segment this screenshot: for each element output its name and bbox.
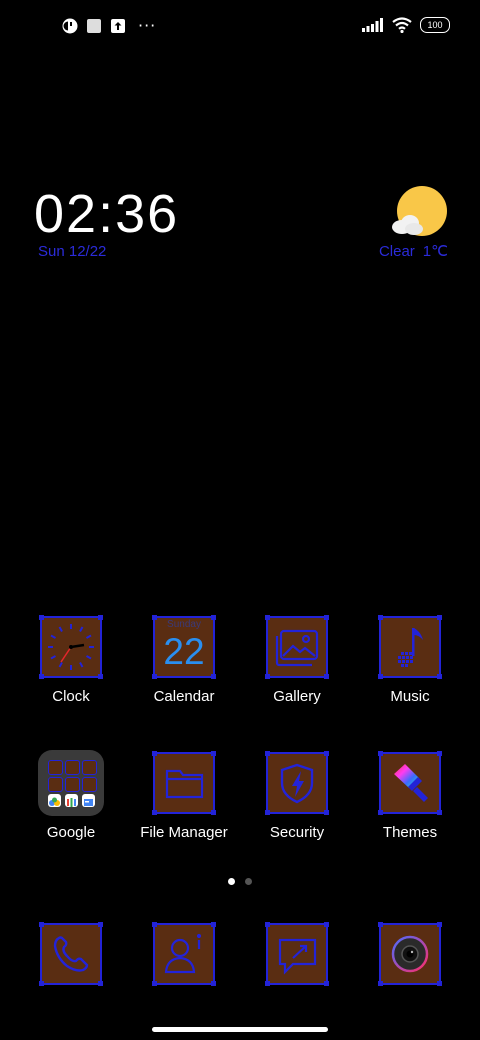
- app-label: Security: [269, 824, 325, 841]
- maps-app-icon: [82, 760, 97, 775]
- app-music[interactable]: Music: [354, 615, 466, 705]
- google-app-icon: [48, 760, 63, 775]
- app-label: Calendar: [153, 688, 215, 705]
- app-clock[interactable]: Clock: [15, 615, 127, 705]
- app-calendar[interactable]: Sunday 22 Calendar: [128, 615, 240, 705]
- calendar-icon: Sunday 22: [152, 615, 215, 679]
- gallery-icon: [265, 615, 328, 679]
- weather-summary: Clear 1℃: [338, 242, 448, 260]
- music-note-icon: [378, 615, 441, 679]
- photos-app-icon: [82, 777, 97, 792]
- battery-indicator: 100: [420, 17, 450, 33]
- dock-contacts[interactable]: [128, 922, 240, 986]
- status-notifications: ···: [62, 18, 156, 34]
- weather-temperature: 1℃: [422, 243, 448, 260]
- page-indicator: [0, 878, 480, 885]
- shield-icon: [265, 751, 328, 815]
- pay-app-icon: [65, 794, 78, 807]
- weather-widget[interactable]: Clear 1℃: [338, 186, 448, 260]
- page-dot-2[interactable]: [245, 878, 252, 885]
- app-gallery[interactable]: Gallery: [241, 615, 353, 705]
- widget-time: 02:36: [34, 184, 180, 244]
- page-dot-1[interactable]: [228, 878, 235, 885]
- clock-icon: [39, 615, 102, 679]
- square-notification-icon: [87, 19, 101, 33]
- weather-condition: Clear: [378, 243, 415, 260]
- widget-date: Sun 12/22: [38, 243, 107, 260]
- app-label: Clock: [52, 688, 90, 705]
- weather-sun-cloud-icon: [388, 186, 448, 238]
- dock-camera[interactable]: [354, 922, 466, 986]
- calendar-date: 22: [163, 631, 205, 672]
- upload-notification-icon: [111, 19, 125, 33]
- home-gesture-bar[interactable]: [152, 1027, 328, 1032]
- app-security[interactable]: Security: [241, 751, 353, 841]
- app-label: Gallery: [273, 688, 321, 705]
- more-notifications-icon: ···: [138, 16, 157, 35]
- paintbrush-icon: [378, 751, 441, 815]
- app-folder-google[interactable]: Google: [15, 750, 127, 841]
- app-label: Google: [46, 824, 96, 841]
- phone-icon: [39, 922, 102, 986]
- drive-app-icon: [48, 777, 63, 792]
- contacts-icon: [152, 922, 215, 986]
- status-system: 100: [362, 17, 450, 33]
- app-label: Themes: [382, 824, 438, 841]
- google-folder-icon: [38, 750, 104, 816]
- status-bar: ··· 100: [0, 0, 480, 56]
- dock-phone[interactable]: [15, 922, 127, 986]
- app-label: Music: [390, 688, 430, 705]
- app-themes[interactable]: Themes: [354, 751, 466, 841]
- app-notification-icon: [62, 18, 78, 34]
- calendar-day: Sunday: [167, 619, 201, 630]
- folder-icon: [152, 751, 215, 815]
- duo-app-icon: [65, 777, 80, 792]
- chrome-app-icon: [65, 760, 80, 775]
- app-label: File Manager: [140, 824, 228, 841]
- news-app-icon: [82, 794, 95, 807]
- assistant-app-icon: [48, 794, 61, 807]
- signal-icon: [362, 18, 383, 32]
- messages-icon: [265, 922, 328, 986]
- app-file-manager[interactable]: File Manager: [128, 751, 240, 841]
- wifi-icon: [392, 17, 412, 33]
- dock-messages[interactable]: [241, 922, 353, 986]
- camera-icon: [378, 922, 441, 986]
- clock-widget[interactable]: 02:36 Sun 12/22: [34, 185, 179, 260]
